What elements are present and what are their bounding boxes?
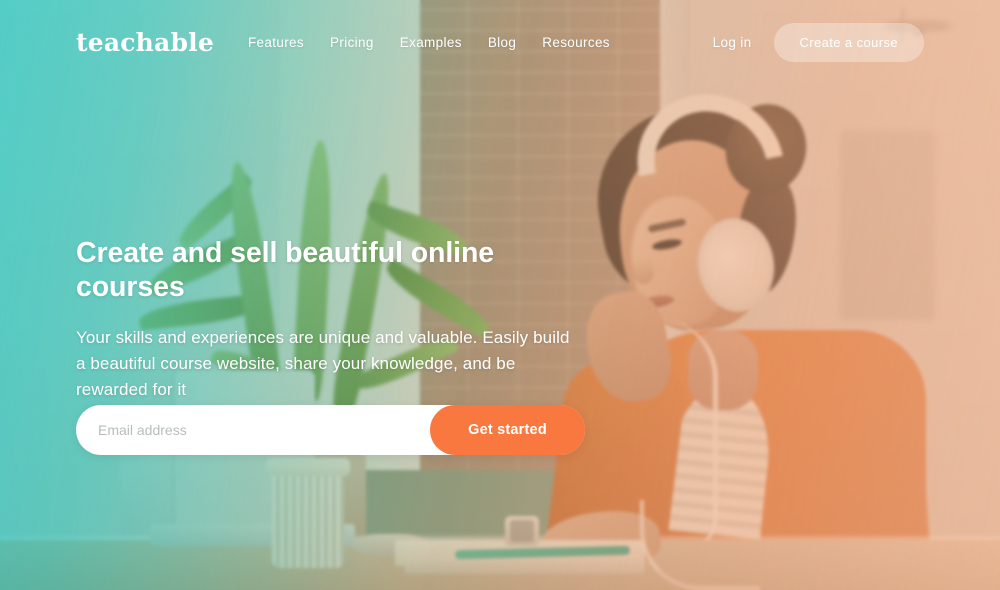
nav-item-pricing[interactable]: Pricing bbox=[330, 35, 374, 50]
brand-logo[interactable]: teachable bbox=[76, 30, 214, 55]
main-navigation: teachable Features Pricing Examples Blog… bbox=[0, 0, 1000, 84]
nav-item-resources[interactable]: Resources bbox=[542, 35, 610, 50]
nav-item-examples[interactable]: Examples bbox=[400, 35, 462, 50]
nav-item-features[interactable]: Features bbox=[248, 35, 304, 50]
hero-headline: Create and sell beautiful online courses bbox=[76, 237, 495, 304]
create-a-course-button[interactable]: Create a course bbox=[773, 22, 924, 62]
hero-content: Create and sell beautiful online courses… bbox=[76, 236, 596, 403]
nav-item-blog[interactable]: Blog bbox=[488, 35, 516, 50]
nav-links: Features Pricing Examples Blog Resources bbox=[248, 35, 610, 50]
email-signup-form: Get started bbox=[76, 405, 585, 455]
hero-subhead: Your skills and experiences are unique a… bbox=[76, 328, 570, 400]
nav-actions: Log in Create a course bbox=[713, 22, 924, 62]
get-started-button[interactable]: Get started bbox=[430, 405, 585, 455]
login-link[interactable]: Log in bbox=[713, 35, 752, 50]
email-input[interactable] bbox=[76, 405, 430, 455]
hero-section: teachable Features Pricing Examples Blog… bbox=[0, 0, 1000, 590]
